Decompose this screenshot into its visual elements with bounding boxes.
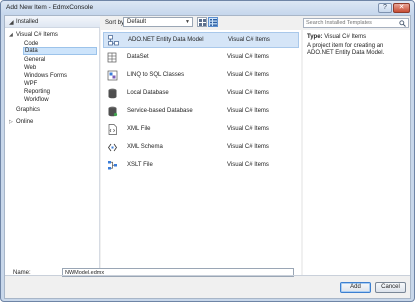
tree-item-data[interactable]: Data: [23, 47, 97, 55]
tree-item-wpf[interactable]: WPF: [24, 80, 37, 88]
tree-item-label: Visual C# Items: [16, 32, 58, 38]
template-item-xslt-file[interactable]: XSLT File Visual C# Items: [103, 158, 299, 174]
template-category: Visual C# Items: [228, 37, 270, 43]
tree-item-label: Graphics: [16, 107, 41, 113]
medium-icons-view-button[interactable]: [197, 17, 207, 27]
template-name: ADO.NET Entity Data Model: [128, 37, 204, 43]
tree-item-online[interactable]: ▷ Online: [9, 118, 33, 126]
expand-arrow-icon: ▷: [9, 119, 13, 125]
type-value: Visual C# Items: [324, 34, 367, 40]
database-icon: [108, 88, 117, 99]
template-category: Visual C# Items: [227, 72, 269, 78]
template-category: Visual C# Items: [227, 54, 269, 60]
template-category: Visual C# Items: [227, 126, 269, 132]
template-name: DataSet: [127, 54, 149, 60]
description-text: A project item for creating an ADO.NET E…: [307, 43, 385, 56]
chevron-down-icon: ▼: [185, 19, 190, 25]
footer-divider: [5, 275, 410, 276]
tree-item-visual-csharp-items[interactable]: ◢ Visual C# Items: [9, 31, 58, 39]
tree-item-label: WPF: [24, 81, 38, 87]
template-item-xml-schema[interactable]: XML Schema Visual C# Items: [103, 140, 299, 156]
medium-icons-icon: [199, 19, 206, 26]
dataset-icon: [107, 52, 117, 63]
title-bar[interactable]: Add New Item - EdmxConsole ? ✕: [1, 1, 414, 15]
template-category: Visual C# Items: [227, 162, 269, 168]
template-list: ADO.NET Entity Data Model Visual C# Item…: [101, 30, 301, 275]
xml-file-icon: [108, 124, 117, 135]
tree-item-windows-forms[interactable]: Windows Forms: [24, 72, 67, 80]
template-item-xml-file[interactable]: XML File Visual C# Items: [103, 122, 299, 138]
xml-schema-icon: [108, 143, 117, 152]
sort-by-dropdown[interactable]: Default ▼: [123, 17, 193, 27]
tree-item-label: Workflow: [24, 97, 49, 103]
template-name: LINQ to SQL Classes: [127, 72, 185, 78]
tree-item-label: General: [24, 57, 46, 63]
template-category: Visual C# Items: [227, 144, 269, 150]
template-name: Service-based Database: [127, 108, 193, 114]
tree-item-label: Windows Forms: [24, 73, 68, 79]
cancel-button[interactable]: Cancel: [375, 282, 406, 293]
tree-item-reporting[interactable]: Reporting: [24, 88, 50, 96]
template-item-service-based-database[interactable]: Service-based Database Visual C# Items: [103, 104, 299, 120]
template-category: Visual C# Items: [227, 108, 269, 114]
template-item-linq-to-sql-classes[interactable]: LINQ to SQL Classes Visual C# Items: [103, 68, 299, 84]
template-item-ado-net-entity-data-model[interactable]: ADO.NET Entity Data Model Visual C# Item…: [103, 32, 299, 48]
sort-by-value: Default: [127, 19, 147, 25]
help-button[interactable]: ?: [378, 3, 392, 13]
tree-item-label: Web: [24, 65, 37, 71]
type-label: Type:: [307, 34, 323, 40]
tree-item-label: Reporting: [24, 89, 51, 95]
installed-header[interactable]: ◢ Installed: [5, 16, 100, 28]
template-name: XML Schema: [127, 144, 163, 150]
installed-label: Installed: [16, 19, 39, 25]
template-category: Visual C# Items: [227, 90, 269, 96]
tree-item-web[interactable]: Web: [24, 64, 36, 72]
add-new-item-dialog: Add New Item - EdmxConsole ? ✕ ◢ Install…: [0, 0, 415, 302]
template-item-local-database[interactable]: Local Database Visual C# Items: [103, 86, 299, 102]
linq-icon: [107, 70, 118, 81]
add-button[interactable]: Add: [340, 282, 371, 293]
template-item-dataset[interactable]: DataSet Visual C# Items: [103, 50, 299, 66]
tree-item-workflow[interactable]: Workflow: [24, 96, 49, 104]
template-name: XSLT File: [127, 162, 153, 168]
entity-model-icon: [108, 35, 119, 46]
description-pane: Type: Visual C# Items A project item for…: [303, 30, 410, 275]
list-view-icon: [210, 19, 217, 26]
template-name: XML File: [127, 126, 151, 132]
category-tree: ◢ Installed ◢ Visual C# Items Code Data G…: [5, 16, 100, 275]
tree-item-label: Data: [25, 48, 38, 54]
list-view-button[interactable]: [208, 17, 218, 27]
service-database-icon: [108, 106, 118, 117]
tree-item-label: Online: [16, 119, 34, 125]
template-name: Local Database: [127, 90, 169, 96]
xslt-file-icon: [108, 161, 117, 170]
tree-item-graphics[interactable]: Graphics: [16, 106, 40, 114]
tree-item-general[interactable]: General: [24, 56, 45, 64]
collapse-arrow-icon: ◢: [9, 20, 14, 26]
search-input[interactable]: [306, 19, 396, 27]
window-title: Add New Item - EdmxConsole: [6, 4, 94, 11]
dialog-body: ◢ Installed ◢ Visual C# Items Code Data G…: [4, 15, 411, 299]
search-icon[interactable]: [399, 20, 406, 27]
close-button[interactable]: ✕: [393, 3, 410, 13]
expand-arrow-icon: ◢: [9, 32, 13, 38]
description-type: Type: Visual C# Items: [307, 34, 366, 40]
search-box[interactable]: [303, 18, 409, 28]
